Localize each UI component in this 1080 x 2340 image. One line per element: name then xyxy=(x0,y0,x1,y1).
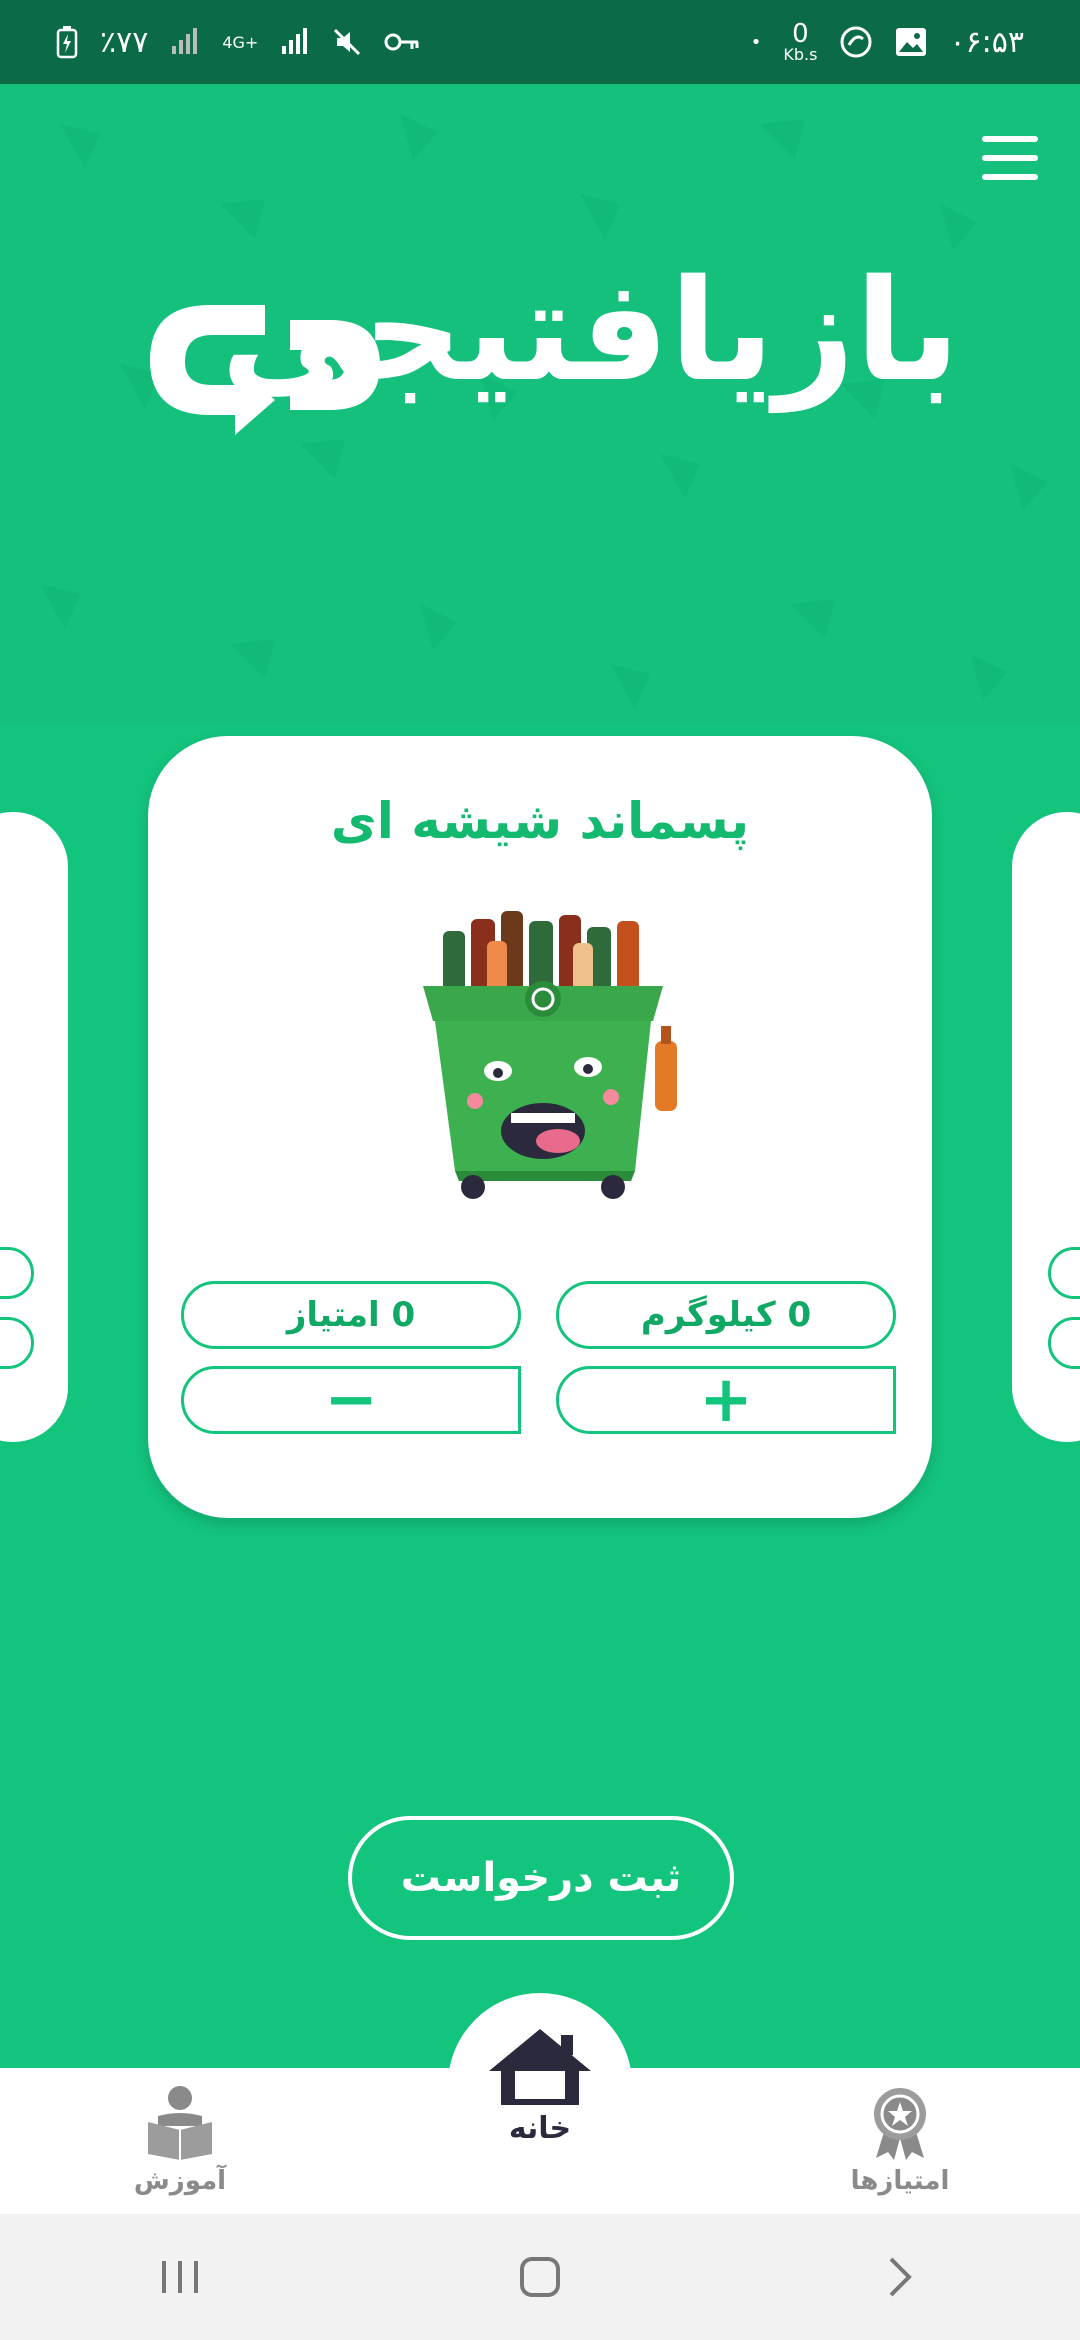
signal-icon xyxy=(170,28,200,56)
waste-card: پسماند شیشه ای 0 کیلوگرم 0 امتیاز + − xyxy=(148,736,932,1518)
gallery-icon xyxy=(895,27,927,57)
signal-icon-2 xyxy=(280,28,310,56)
nav-home-label: خانه xyxy=(508,2110,572,2146)
nav-learn-label: آموزش xyxy=(133,2166,227,2196)
nav-points[interactable]: امتیازها xyxy=(830,2082,970,2196)
network-type: 4G+ xyxy=(222,32,259,52)
decrease-weight-button[interactable]: − xyxy=(181,1363,521,1437)
back-icon[interactable] xyxy=(840,2255,960,2299)
nav-home[interactable]: خانه xyxy=(448,1993,632,2177)
next-card[interactable] xyxy=(1012,812,1080,1442)
weight-display: 0 کیلوگرم xyxy=(556,1281,896,1349)
home-system-icon[interactable] xyxy=(480,2255,600,2299)
recent-apps-icon[interactable] xyxy=(120,2257,240,2297)
card-title: پسماند شیشه ای xyxy=(330,792,750,850)
glass-bin-illustration xyxy=(423,911,677,1199)
clock: ۰۶:۵۳ xyxy=(949,24,1024,60)
mute-icon xyxy=(332,27,362,57)
points-display: 0 امتیاز xyxy=(181,1281,521,1349)
key-icon xyxy=(384,31,420,53)
nav-learn[interactable]: آموزش xyxy=(110,2082,250,2196)
status-bar: ٪۷۷ 4G+ • 0 Kb.s ۰۶:۵۳ xyxy=(0,0,1080,84)
net-speed: 0 Kb.s xyxy=(783,19,818,64)
notification-dot: • xyxy=(750,31,762,53)
hamburger-menu-icon[interactable] xyxy=(982,136,1038,180)
logo-text: بازیافتیجی xyxy=(220,250,964,413)
system-navigation-bar xyxy=(0,2214,1080,2340)
battery-level: ٪۷۷ xyxy=(100,24,149,60)
app-notification-icon xyxy=(839,25,873,59)
home-icon xyxy=(489,2028,591,2105)
award-badge-icon xyxy=(874,2088,926,2160)
submit-request-button[interactable]: ثبت درخواست xyxy=(348,1816,734,1940)
battery-icon xyxy=(56,25,78,59)
reading-person-icon xyxy=(148,2086,212,2160)
nav-points-label: امتیازها xyxy=(850,2166,950,2196)
increase-weight-button[interactable]: + xyxy=(556,1363,896,1437)
previous-card[interactable] xyxy=(0,812,68,1442)
